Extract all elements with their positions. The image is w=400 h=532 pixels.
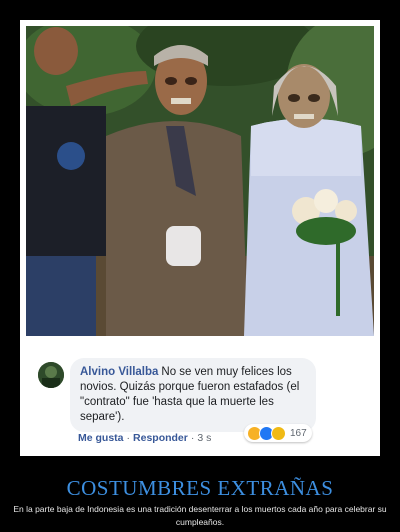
separator: · bbox=[190, 432, 195, 444]
comment-card: Alvino Villalba No se ven muy felices los… bbox=[26, 346, 374, 450]
poster-caption: En la parte baja de Indonesia es una tra… bbox=[13, 504, 387, 527]
like-button[interactable]: Me gusta bbox=[78, 432, 124, 444]
reply-button[interactable]: Responder bbox=[133, 432, 188, 444]
wow-reaction-icon bbox=[271, 425, 286, 441]
poster-title: COSTUMBRES EXTRAÑAS bbox=[66, 476, 334, 500]
comment-bubble: Alvino Villalba No se ven muy felices los… bbox=[70, 358, 316, 432]
comment-time[interactable]: 3 s bbox=[197, 432, 211, 444]
avatar[interactable] bbox=[38, 362, 64, 388]
poster-photo bbox=[26, 26, 374, 336]
comment-actions: Me gusta · Responder · 3 s bbox=[78, 432, 211, 444]
separator: · bbox=[126, 432, 131, 444]
reactions-summary[interactable]: 167 bbox=[244, 424, 312, 442]
comment-author[interactable]: Alvino Villalba bbox=[80, 366, 158, 378]
reaction-count: 167 bbox=[290, 427, 307, 439]
